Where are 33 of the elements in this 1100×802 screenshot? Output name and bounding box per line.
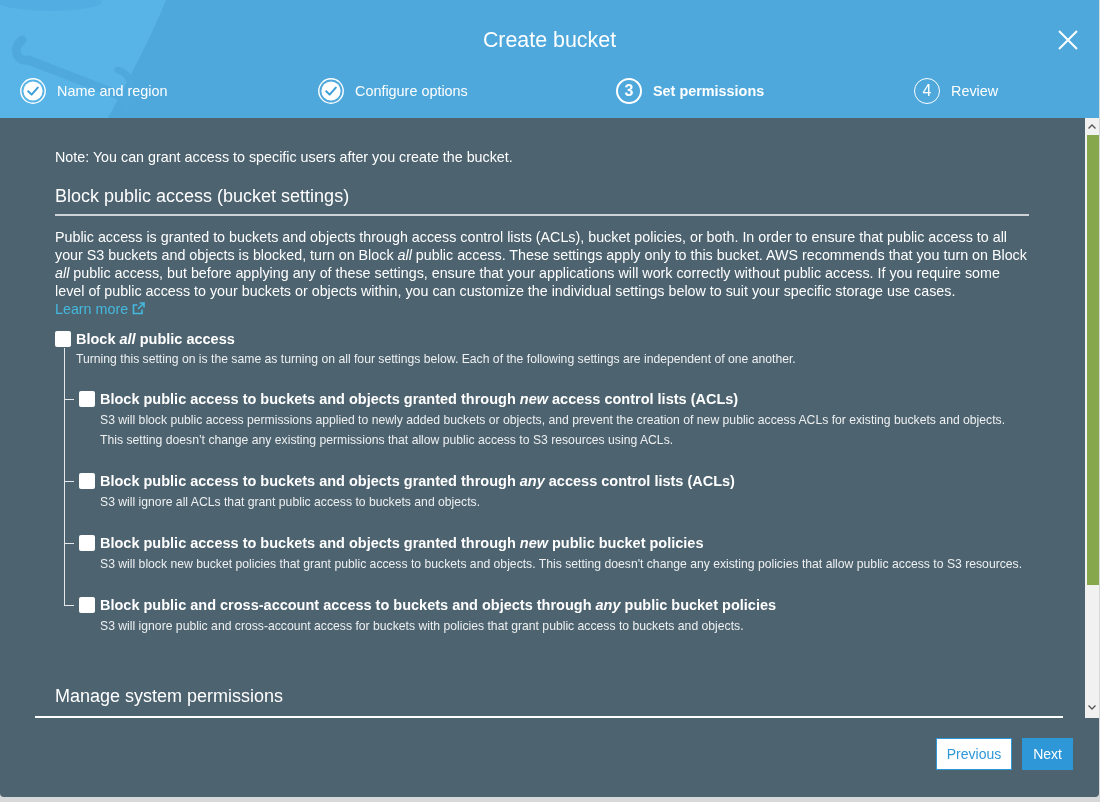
close-button[interactable] bbox=[1058, 30, 1078, 50]
checkbox[interactable] bbox=[79, 391, 95, 407]
checkbox[interactable] bbox=[79, 473, 95, 489]
option-description: S3 will block new bucket policies that grant public access to buckets and objects. This setting doesn't change any existing policies that allow public access to S3 resources. bbox=[99, 556, 1024, 573]
note-text: Note: You can grant access to specific users after you create the bucket. bbox=[55, 148, 514, 166]
section-heading: Manage system permissions bbox=[55, 685, 285, 708]
previous-button[interactable]: Previous bbox=[935, 738, 1013, 770]
scrollbar[interactable] bbox=[1085, 118, 1099, 718]
option-label: Block public access to buckets and objects granted through new access control lists (ACLs) bbox=[100, 390, 739, 408]
option-label: Block public access to buckets and objects granted through new public bucket policies bbox=[100, 534, 704, 552]
scrollbar-thumb[interactable] bbox=[1087, 135, 1099, 585]
close-icon bbox=[1058, 30, 1078, 50]
learn-more-link[interactable]: Learn more bbox=[55, 301, 146, 317]
step-label: Name and region bbox=[57, 82, 168, 100]
step-label: Set permissions bbox=[653, 82, 765, 100]
dialog-title: Create bucket bbox=[482, 29, 617, 51]
option-description: S3 will ignore all ACLs that grant public access to buckets and objects. bbox=[99, 494, 482, 511]
checkbox[interactable] bbox=[79, 535, 95, 551]
option-description: S3 will block public access permissions applied to newly added buckets or objects, and prevent the creation of new public access ACLs for existing buckets and objects. This setting doesn’t change any existing permissions that allow public access to S3 resources using ACLs. bbox=[99, 412, 1007, 449]
step-number: 3 bbox=[616, 78, 642, 104]
step-label: Configure options bbox=[355, 82, 468, 100]
option-label: Block all public access bbox=[76, 330, 235, 348]
checkbox[interactable] bbox=[79, 597, 95, 613]
section-heading: Block public access (bucket settings) bbox=[55, 185, 1029, 216]
next-button[interactable]: Next bbox=[1022, 738, 1073, 770]
option-description: Turning this setting on is the same as turning on all four settings below. Each of the following settings are independent of one another. bbox=[76, 351, 797, 368]
section-description: Public access is granted to buckets and objects through access control lists (ACLs), bucket policies, or both. In order to ensure that public access to all your S3 buckets and objects is blocked, turn on Block all public access. These settings apply only to this bucket. AWS recommends that you turn on Block all public access, but before applying any of these settings, ensure that your applications will work correctly without public access. If you require some level of public access to your buckets or objects within, you can customize the individual settings below to suit your specific storage use cases. Learn more bbox=[55, 228, 1028, 318]
option-label: Block public and cross-account access to buckets and objects through any public bucket policies bbox=[100, 596, 777, 614]
checkbox[interactable] bbox=[55, 331, 71, 347]
external-link-icon bbox=[132, 302, 146, 315]
step-label: Review bbox=[951, 82, 999, 100]
option-description: S3 will ignore public and cross-account access for buckets with policies that grant public access to buckets and objects. bbox=[99, 618, 745, 635]
option-label: Block public access to buckets and objects granted through any access control lists (ACLs) bbox=[100, 472, 735, 490]
